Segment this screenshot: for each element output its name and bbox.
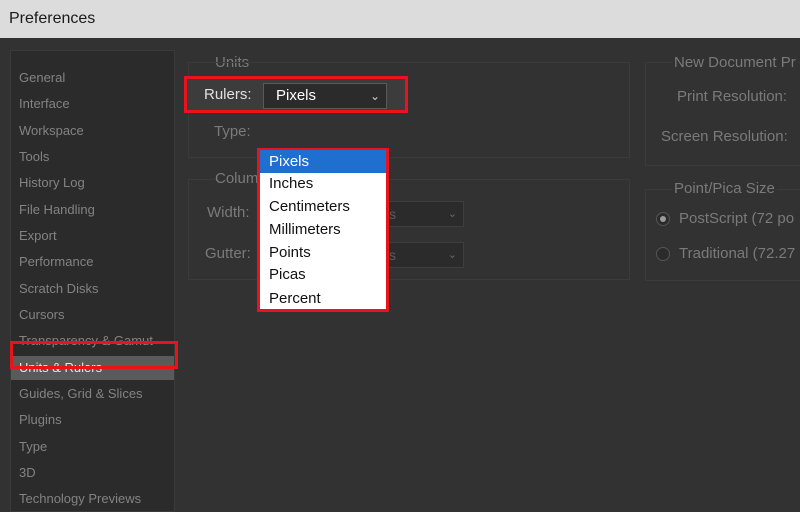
sidebar-item-3d[interactable]: 3D <box>11 461 174 485</box>
rulers-option-points[interactable]: Points <box>260 241 386 264</box>
type-label: Type: <box>214 123 251 140</box>
sidebar-item-plugins[interactable]: Plugins <box>11 408 174 432</box>
gutter-unit-value: s <box>389 247 396 263</box>
sidebar-item-performance[interactable]: Performance <box>11 250 174 274</box>
rulers-option-millimeters[interactable]: Millimeters <box>260 218 386 241</box>
sidebar-item-guides-grid-slices[interactable]: Guides, Grid & Slices <box>11 382 174 406</box>
point-pica-group-title: Point/Pica Size <box>672 180 777 197</box>
sidebar-item-general[interactable]: General <box>11 66 174 90</box>
traditional-label: Traditional (72.27 <box>679 245 796 262</box>
rulers-option-pixels[interactable]: Pixels <box>260 150 386 173</box>
sidebar-item-transparency-gamut[interactable]: Transparency & Gamut <box>11 329 174 353</box>
postscript-label: PostScript (72 po <box>679 210 795 227</box>
rulers-option-centimeters[interactable]: Centimeters <box>260 195 386 218</box>
sidebar-item-scratch-disks[interactable]: Scratch Disks <box>11 277 174 301</box>
postscript-radio[interactable] <box>656 212 670 226</box>
sidebar: General Interface Workspace Tools Histor… <box>10 50 175 512</box>
sidebar-item-type[interactable]: Type <box>11 435 174 459</box>
traditional-radio[interactable] <box>656 247 670 261</box>
sidebar-item-export[interactable]: Export <box>11 224 174 248</box>
rulers-select[interactable]: Pixels ⌄ <box>263 83 387 109</box>
width-unit-value: s <box>389 206 396 222</box>
title-bar: Preferences <box>0 0 800 38</box>
sidebar-item-file-handling[interactable]: File Handling <box>11 198 174 222</box>
window-title: Preferences <box>9 10 96 27</box>
rulers-select-value: Pixels <box>276 87 317 104</box>
gutter-unit-select[interactable]: s ⌄ <box>380 242 464 268</box>
sidebar-item-cursors[interactable]: Cursors <box>11 303 174 327</box>
point-pica-group <box>645 189 800 281</box>
sidebar-item-workspace[interactable]: Workspace <box>11 119 174 143</box>
print-resolution-label: Print Resolution: <box>677 88 788 105</box>
sidebar-item-units-rulers[interactable]: Units & Rulers <box>11 356 174 380</box>
width-label: Width: <box>207 204 250 221</box>
chevron-down-icon: ⌄ <box>369 89 380 103</box>
rulers-option-percent[interactable]: Percent <box>260 287 386 310</box>
screen-resolution-label: Screen Resolution: <box>661 128 788 145</box>
columns-group-title: Colum <box>215 170 261 187</box>
width-unit-select[interactable]: s ⌄ <box>380 201 464 227</box>
sidebar-item-history-log[interactable]: History Log <box>11 171 174 195</box>
sidebar-item-technology-previews[interactable]: Technology Previews <box>11 487 174 511</box>
new-document-group-title: New Document Pr <box>672 54 798 71</box>
sidebar-item-tools[interactable]: Tools <box>11 145 174 169</box>
new-document-group <box>645 62 800 166</box>
rulers-option-inches[interactable]: Inches <box>260 172 386 195</box>
gutter-label: Gutter: <box>205 245 251 262</box>
sidebar-item-interface[interactable]: Interface <box>11 92 174 116</box>
preferences-dialog: General Interface Workspace Tools Histor… <box>0 38 800 512</box>
rulers-dropdown-list: Pixels Inches Centimeters Millimeters Po… <box>257 148 389 312</box>
rulers-label: Rulers: <box>204 86 252 103</box>
chevron-down-icon: ⌄ <box>447 249 457 261</box>
rulers-option-picas[interactable]: Picas <box>260 263 386 286</box>
rulers-highlight-box: Rulers: Pixels ⌄ <box>184 76 408 113</box>
chevron-down-icon: ⌄ <box>447 208 457 220</box>
